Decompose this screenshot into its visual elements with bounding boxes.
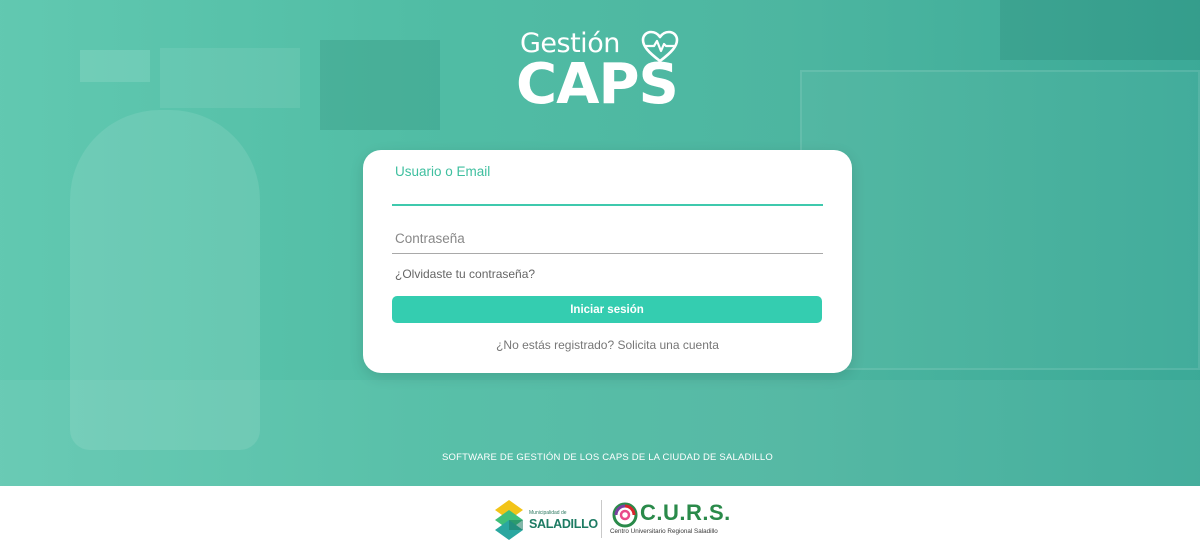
bg-photo-ceiling bbox=[1000, 0, 1200, 60]
bg-photo-floor bbox=[0, 380, 1200, 486]
bg-photo-sign bbox=[320, 40, 440, 130]
hero-background: Gestión CAPS Usuario o Email Contraseña … bbox=[0, 0, 1200, 486]
tagline: SOFTWARE DE GESTIÓN DE LOS CAPS DE LA CI… bbox=[442, 452, 773, 463]
municipalidad-small-text: Municipalidad de bbox=[529, 510, 567, 516]
saladillo-emblem-icon bbox=[495, 500, 523, 540]
municipalidad-logo: Municipalidad de SALADILLO bbox=[493, 496, 598, 546]
register-prompt: ¿No estás registrado? Solicita una cuent… bbox=[363, 338, 852, 352]
curs-subtitle: Centro Universitario Regional Saladillo bbox=[610, 528, 718, 535]
username-label: Usuario o Email bbox=[395, 164, 491, 179]
password-input[interactable] bbox=[392, 231, 823, 251]
login-button[interactable]: Iniciar sesión bbox=[392, 296, 822, 323]
bg-photo-exit-sign bbox=[80, 50, 150, 82]
bg-photo-board bbox=[160, 48, 300, 108]
municipalidad-name: SALADILLO bbox=[529, 517, 598, 531]
curs-logo: C.U.R.S. Centro Universitario Regional S… bbox=[610, 500, 732, 540]
footer-divider bbox=[601, 500, 602, 538]
curs-name: C.U.R.S. bbox=[640, 500, 731, 525]
bg-photo-window bbox=[800, 70, 1200, 370]
app-logo: Gestión CAPS bbox=[510, 26, 710, 117]
curs-swirl-icon bbox=[612, 502, 638, 528]
login-card: Usuario o Email Contraseña ¿Olvidaste tu… bbox=[363, 150, 852, 373]
logo-main-text: CAPS bbox=[516, 52, 679, 117]
request-account-link[interactable]: ¿No estás registrado? Solicita una cuent… bbox=[496, 338, 719, 352]
username-field[interactable]: Usuario o Email bbox=[392, 162, 823, 206]
username-input[interactable] bbox=[392, 182, 823, 202]
footer: Municipalidad de SALADILLO C.U.R.S. Cent… bbox=[0, 486, 1200, 551]
password-field[interactable]: Contraseña bbox=[392, 228, 823, 254]
forgot-password-link[interactable]: ¿Olvidaste tu contraseña? bbox=[395, 267, 535, 281]
